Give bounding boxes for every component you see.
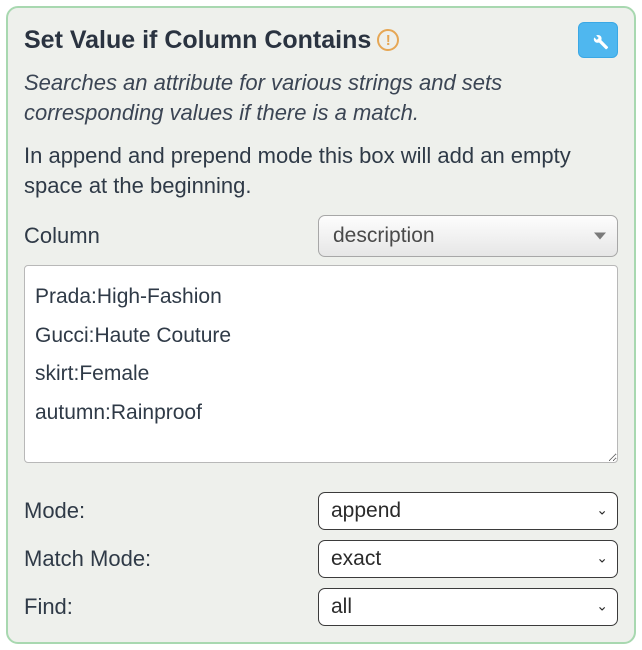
find-select[interactable]: all bbox=[318, 588, 618, 626]
panel-description: Searches an attribute for various string… bbox=[24, 68, 618, 127]
settings-button[interactable] bbox=[578, 22, 618, 58]
find-select-wrap: all ⌄ bbox=[318, 588, 618, 626]
panel-title: Set Value if Column Contains bbox=[24, 26, 371, 55]
wrench-icon bbox=[587, 29, 609, 51]
warning-icon: ! bbox=[377, 29, 399, 51]
match-mode-row: Match Mode: exact ⌄ bbox=[24, 540, 618, 578]
match-mode-select[interactable]: exact bbox=[318, 540, 618, 578]
title-wrap: Set Value if Column Contains ! bbox=[24, 26, 399, 55]
find-row: Find: all ⌄ bbox=[24, 588, 618, 626]
mode-label: Mode: bbox=[24, 498, 85, 524]
rules-textarea[interactable] bbox=[24, 265, 618, 463]
mode-select-wrap: append ⌄ bbox=[318, 492, 618, 530]
find-label: Find: bbox=[24, 594, 73, 620]
panel-header: Set Value if Column Contains ! bbox=[24, 22, 618, 58]
mode-select[interactable]: append bbox=[318, 492, 618, 530]
match-mode-label: Match Mode: bbox=[24, 546, 151, 572]
panel-note: In append and prepend mode this box will… bbox=[24, 141, 618, 200]
column-label: Column bbox=[24, 223, 100, 249]
column-select[interactable]: description bbox=[318, 215, 618, 257]
column-select-wrap: description bbox=[318, 215, 618, 257]
column-row: Column description bbox=[24, 215, 618, 257]
mode-row: Mode: append ⌄ bbox=[24, 492, 618, 530]
match-mode-select-wrap: exact ⌄ bbox=[318, 540, 618, 578]
set-value-panel: Set Value if Column Contains ! Searches … bbox=[6, 6, 636, 644]
